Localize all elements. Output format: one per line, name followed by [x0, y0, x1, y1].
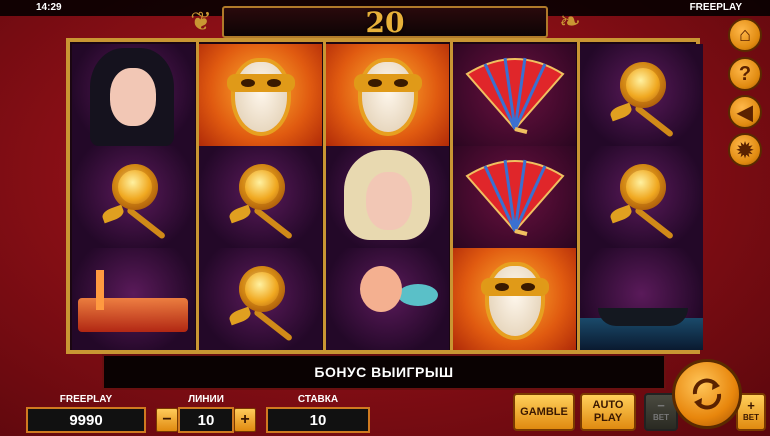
ornament-left-icon: ❦: [190, 6, 212, 36]
reel-5: [580, 44, 703, 350]
title-plaque: 20: [222, 5, 548, 39]
woman-blonde-icon: [326, 146, 449, 248]
balance-label: FREEPLAY: [59, 394, 113, 405]
gold-mask-icon: [453, 248, 576, 350]
venice-night-icon: [72, 248, 195, 350]
lines-minus-button[interactable]: −: [156, 408, 178, 432]
red-fan-icon: [453, 44, 576, 146]
bonus-message: БОНУС ВЫИГРЫШ: [102, 354, 666, 390]
golden-rose-icon: [580, 44, 703, 146]
mode-label: FREEPLAY: [689, 2, 742, 13]
spin-button[interactable]: [672, 359, 742, 429]
lines-label: ЛИНИИ: [188, 394, 224, 405]
golden-rose-icon: [199, 248, 322, 350]
cupid-icon: [326, 248, 449, 350]
sound-icon[interactable]: ◀: [728, 95, 762, 129]
bet-label: СТАВКА: [297, 394, 339, 405]
reel-1: [72, 44, 195, 350]
gold-mask-icon: [199, 44, 322, 146]
autoplay-label-bottom: PLAY: [593, 412, 623, 424]
balance-value: 9990: [26, 407, 146, 433]
reel-2: [199, 44, 322, 350]
reel-4: [453, 44, 576, 350]
reel-3: [326, 44, 449, 350]
clock: 14:29: [36, 2, 62, 13]
bet-value: 10: [266, 407, 370, 433]
spin-arrows-icon: [692, 378, 722, 410]
red-fan-icon: [453, 146, 576, 248]
gondola-icon: [580, 248, 703, 350]
golden-rose-icon: [199, 146, 322, 248]
autoplay-label-top: AUTO: [592, 399, 624, 411]
lines-plus-button[interactable]: +: [234, 408, 256, 432]
autoplay-button[interactable]: AUTO PLAY: [580, 393, 636, 431]
gamble-button[interactable]: GAMBLE: [513, 393, 575, 431]
bet-plus-label: BET: [743, 413, 759, 422]
woman-dark-icon: [72, 44, 195, 146]
golden-rose-icon: [72, 146, 195, 248]
home-icon[interactable]: ⌂: [728, 18, 762, 52]
settings-icon[interactable]: ✹: [728, 133, 762, 167]
help-icon[interactable]: ?: [728, 57, 762, 91]
golden-rose-icon: [580, 146, 703, 248]
bet-minus-label: BET: [653, 413, 669, 422]
gold-mask-icon: [326, 44, 449, 146]
reel-grid: [66, 38, 703, 354]
title-number: 20: [365, 5, 405, 39]
ornament-right-icon: ❧: [559, 6, 581, 36]
lines-value: 10: [178, 407, 234, 433]
